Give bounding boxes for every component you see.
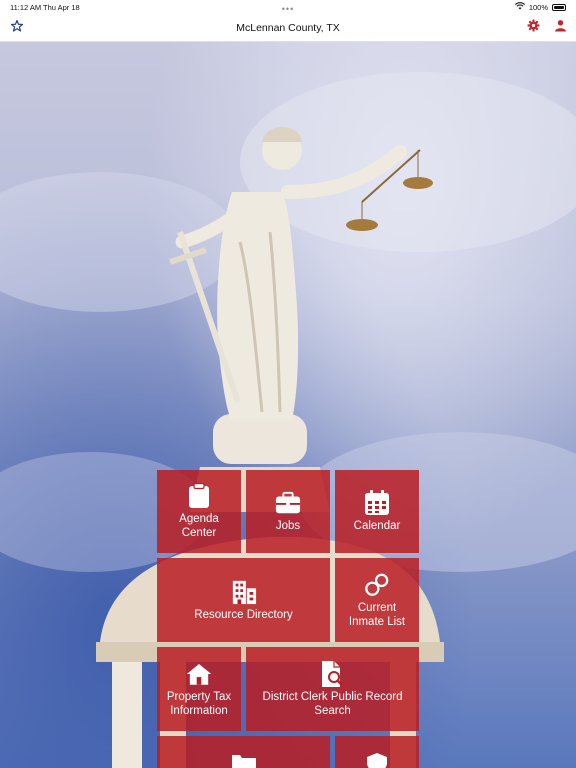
folder-icon [231, 752, 257, 768]
handcuffs-icon [364, 572, 390, 598]
district-clerk-public-record-search-label: District Clerk Public Record Search [262, 690, 403, 717]
multitask-dots[interactable]: ••• [0, 4, 576, 14]
sheriff-tile[interactable] [335, 736, 419, 768]
current-inmate-list-tile[interactable]: Current Inmate List [335, 558, 419, 642]
clipboard-icon [186, 483, 212, 509]
nav-bar: ••• McLennan County, TX [0, 4, 576, 42]
briefcase-icon [275, 490, 301, 516]
more-services-tile[interactable] [157, 736, 330, 768]
property-tax-information-label: Property Tax Information [166, 690, 232, 717]
current-inmate-list-label: Current Inmate List [348, 601, 406, 628]
gear-icon [527, 19, 540, 37]
document-search-icon [320, 660, 346, 687]
user-icon [554, 19, 567, 37]
calendar-tile[interactable]: Calendar [335, 470, 419, 553]
badge-icon [366, 752, 388, 768]
calendar-icon [364, 490, 390, 516]
calendar-label: Calendar [353, 520, 401, 532]
house-icon [186, 661, 212, 687]
account-button[interactable] [551, 19, 569, 37]
jobs-tile[interactable]: Jobs [246, 470, 330, 553]
settings-button[interactable] [524, 19, 542, 37]
page-title: McLennan County, TX [236, 22, 340, 34]
resource-directory-label: Resource Directory [194, 608, 293, 621]
agenda-center-tile[interactable]: Agenda Center [157, 470, 241, 553]
jobs-label: Jobs [275, 520, 301, 532]
buildings-icon [231, 579, 257, 605]
agenda-center-label: Agenda Center [179, 513, 219, 539]
district-clerk-public-record-search-tile[interactable]: District Clerk Public Record Search [246, 647, 419, 731]
resource-directory-tile[interactable]: Resource Directory [157, 558, 330, 642]
property-tax-information-tile[interactable]: Property Tax Information [157, 647, 241, 731]
